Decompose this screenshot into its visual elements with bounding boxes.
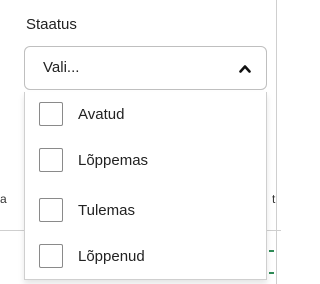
checkbox[interactable]: [39, 244, 63, 268]
option-label: Lõppemas: [78, 152, 149, 169]
status-select[interactable]: Vali...: [24, 46, 267, 90]
option-label: Avatud: [78, 106, 125, 123]
chevron-up-icon[interactable]: [239, 63, 251, 73]
background-status-accent: [269, 272, 274, 274]
status-field-label: Staatus: [26, 16, 77, 33]
checkbox[interactable]: [39, 198, 63, 222]
option-label: Tulemas: [78, 202, 135, 219]
status-option-avatud[interactable]: Avatud: [25, 92, 266, 140]
status-option-tulemas[interactable]: Tulemas: [25, 188, 266, 236]
status-select-placeholder: Vali...: [43, 59, 80, 76]
background-table-border-right: [267, 230, 281, 231]
status-option-loppenud[interactable]: Lõppenud: [25, 234, 266, 282]
status-options-menu: Avatud Lõppemas Tulemas Lõppenud: [24, 92, 267, 280]
checkbox[interactable]: [39, 148, 63, 172]
status-option-loppemas[interactable]: Lõppemas: [25, 138, 266, 186]
background-vertical-divider: [276, 0, 277, 284]
background-text-fragment-left: a: [0, 192, 7, 206]
option-label: Lõppenud: [78, 248, 145, 265]
background-status-accent: [269, 250, 274, 252]
checkbox[interactable]: [39, 102, 63, 126]
background-table-border-left: [0, 230, 24, 231]
background-text-fragment-right: t: [272, 192, 276, 206]
